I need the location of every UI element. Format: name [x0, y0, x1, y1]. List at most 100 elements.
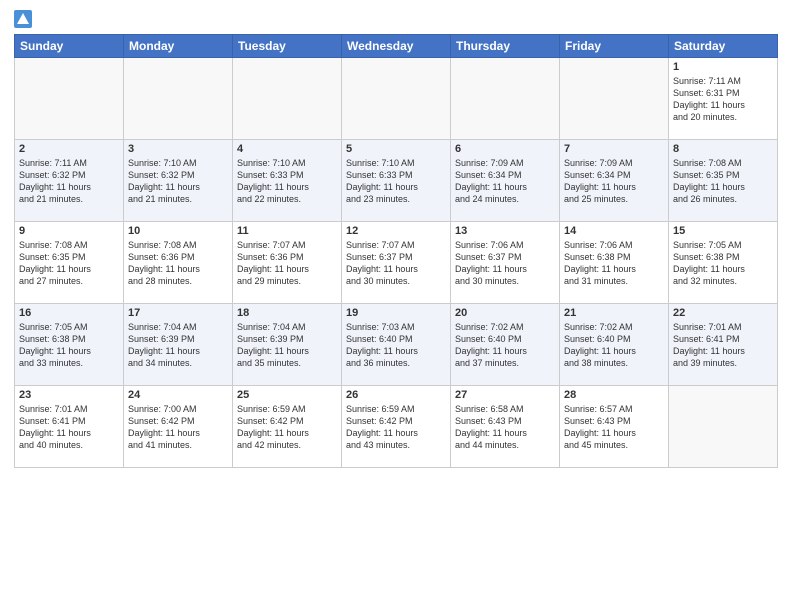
day-cell [669, 386, 778, 468]
day-info: Sunrise: 7:00 AM Sunset: 6:42 PM Dayligh… [128, 403, 228, 452]
day-number: 7 [564, 143, 664, 155]
day-info: Sunrise: 7:06 AM Sunset: 6:38 PM Dayligh… [564, 239, 664, 288]
week-row-1: 1 Sunrise: 7:11 AM Sunset: 6:31 PM Daylig… [15, 58, 778, 140]
day-number: 22 [673, 307, 773, 319]
day-info: Sunrise: 7:07 AM Sunset: 6:36 PM Dayligh… [237, 239, 337, 288]
column-header-saturday: Saturday [669, 35, 778, 58]
day-number: 25 [237, 389, 337, 401]
day-info: Sunrise: 7:04 AM Sunset: 6:39 PM Dayligh… [128, 321, 228, 370]
day-cell: 7 Sunrise: 7:09 AM Sunset: 6:34 PM Daylig… [560, 140, 669, 222]
day-number: 20 [455, 307, 555, 319]
day-info: Sunrise: 6:58 AM Sunset: 6:43 PM Dayligh… [455, 403, 555, 452]
day-info: Sunrise: 7:10 AM Sunset: 6:33 PM Dayligh… [237, 157, 337, 206]
calendar-page: SundayMondayTuesdayWednesdayThursdayFrid… [0, 0, 792, 612]
day-info: Sunrise: 6:57 AM Sunset: 6:43 PM Dayligh… [564, 403, 664, 452]
day-info: Sunrise: 7:06 AM Sunset: 6:37 PM Dayligh… [455, 239, 555, 288]
day-info: Sunrise: 7:04 AM Sunset: 6:39 PM Dayligh… [237, 321, 337, 370]
day-number: 21 [564, 307, 664, 319]
day-number: 26 [346, 389, 446, 401]
day-cell: 2 Sunrise: 7:11 AM Sunset: 6:32 PM Daylig… [15, 140, 124, 222]
day-info: Sunrise: 7:07 AM Sunset: 6:37 PM Dayligh… [346, 239, 446, 288]
day-cell: 26 Sunrise: 6:59 AM Sunset: 6:42 PM Dayli… [342, 386, 451, 468]
day-cell: 19 Sunrise: 7:03 AM Sunset: 6:40 PM Dayli… [342, 304, 451, 386]
day-info: Sunrise: 7:10 AM Sunset: 6:33 PM Dayligh… [346, 157, 446, 206]
day-cell: 24 Sunrise: 7:00 AM Sunset: 6:42 PM Dayli… [124, 386, 233, 468]
day-cell: 14 Sunrise: 7:06 AM Sunset: 6:38 PM Dayli… [560, 222, 669, 304]
day-number: 9 [19, 225, 119, 237]
day-cell: 5 Sunrise: 7:10 AM Sunset: 6:33 PM Daylig… [342, 140, 451, 222]
day-number: 13 [455, 225, 555, 237]
day-number: 14 [564, 225, 664, 237]
day-number: 17 [128, 307, 228, 319]
day-cell: 3 Sunrise: 7:10 AM Sunset: 6:32 PM Daylig… [124, 140, 233, 222]
day-info: Sunrise: 7:02 AM Sunset: 6:40 PM Dayligh… [455, 321, 555, 370]
day-info: Sunrise: 6:59 AM Sunset: 6:42 PM Dayligh… [237, 403, 337, 452]
day-cell: 18 Sunrise: 7:04 AM Sunset: 6:39 PM Dayli… [233, 304, 342, 386]
day-number: 6 [455, 143, 555, 155]
column-header-wednesday: Wednesday [342, 35, 451, 58]
day-cell: 13 Sunrise: 7:06 AM Sunset: 6:37 PM Dayli… [451, 222, 560, 304]
day-info: Sunrise: 7:11 AM Sunset: 6:31 PM Dayligh… [673, 75, 773, 124]
page-header [14, 10, 778, 28]
day-number: 27 [455, 389, 555, 401]
day-cell: 9 Sunrise: 7:08 AM Sunset: 6:35 PM Daylig… [15, 222, 124, 304]
day-cell: 11 Sunrise: 7:07 AM Sunset: 6:36 PM Dayli… [233, 222, 342, 304]
day-cell: 15 Sunrise: 7:05 AM Sunset: 6:38 PM Dayli… [669, 222, 778, 304]
day-info: Sunrise: 7:02 AM Sunset: 6:40 PM Dayligh… [564, 321, 664, 370]
logo-icon [14, 10, 32, 28]
day-info: Sunrise: 7:08 AM Sunset: 6:35 PM Dayligh… [673, 157, 773, 206]
day-number: 19 [346, 307, 446, 319]
day-number: 12 [346, 225, 446, 237]
day-cell: 1 Sunrise: 7:11 AM Sunset: 6:31 PM Daylig… [669, 58, 778, 140]
day-number: 2 [19, 143, 119, 155]
day-cell: 22 Sunrise: 7:01 AM Sunset: 6:41 PM Dayli… [669, 304, 778, 386]
day-number: 5 [346, 143, 446, 155]
day-number: 4 [237, 143, 337, 155]
day-number: 1 [673, 61, 773, 73]
day-info: Sunrise: 7:09 AM Sunset: 6:34 PM Dayligh… [455, 157, 555, 206]
day-cell: 20 Sunrise: 7:02 AM Sunset: 6:40 PM Dayli… [451, 304, 560, 386]
day-info: Sunrise: 7:11 AM Sunset: 6:32 PM Dayligh… [19, 157, 119, 206]
day-cell: 23Sunrise: 7:01 AM Sunset: 6:41 PM Dayli… [15, 386, 124, 468]
day-number: 18 [237, 307, 337, 319]
day-cell: 17 Sunrise: 7:04 AM Sunset: 6:39 PM Dayli… [124, 304, 233, 386]
day-number: 28 [564, 389, 664, 401]
week-row-5: 23Sunrise: 7:01 AM Sunset: 6:41 PM Dayli… [15, 386, 778, 468]
day-number: 3 [128, 143, 228, 155]
day-info: Sunrise: 7:09 AM Sunset: 6:34 PM Dayligh… [564, 157, 664, 206]
day-number: 15 [673, 225, 773, 237]
week-row-3: 9 Sunrise: 7:08 AM Sunset: 6:35 PM Daylig… [15, 222, 778, 304]
day-cell [342, 58, 451, 140]
day-cell: 25 Sunrise: 6:59 AM Sunset: 6:42 PM Dayli… [233, 386, 342, 468]
day-info: Sunrise: 7:08 AM Sunset: 6:36 PM Dayligh… [128, 239, 228, 288]
column-header-friday: Friday [560, 35, 669, 58]
day-info: Sunrise: 7:03 AM Sunset: 6:40 PM Dayligh… [346, 321, 446, 370]
week-row-2: 2 Sunrise: 7:11 AM Sunset: 6:32 PM Daylig… [15, 140, 778, 222]
day-cell: 4 Sunrise: 7:10 AM Sunset: 6:33 PM Daylig… [233, 140, 342, 222]
day-info: Sunrise: 7:10 AM Sunset: 6:32 PM Dayligh… [128, 157, 228, 206]
day-number: 23 [19, 389, 119, 401]
calendar-table: SundayMondayTuesdayWednesdayThursdayFrid… [14, 34, 778, 468]
week-row-4: 16 Sunrise: 7:05 AM Sunset: 6:38 PM Dayli… [15, 304, 778, 386]
day-info: Sunrise: 7:01 AM Sunset: 6:41 PM Dayligh… [673, 321, 773, 370]
day-info: Sunrise: 7:08 AM Sunset: 6:35 PM Dayligh… [19, 239, 119, 288]
day-number: 24 [128, 389, 228, 401]
day-info: Sunrise: 7:05 AM Sunset: 6:38 PM Dayligh… [673, 239, 773, 288]
day-cell: 8Sunrise: 7:08 AM Sunset: 6:35 PM Daylig… [669, 140, 778, 222]
day-cell: 10 Sunrise: 7:08 AM Sunset: 6:36 PM Dayli… [124, 222, 233, 304]
day-cell [451, 58, 560, 140]
day-info: Sunrise: 6:59 AM Sunset: 6:42 PM Dayligh… [346, 403, 446, 452]
logo [14, 10, 34, 28]
day-info: Sunrise: 7:05 AM Sunset: 6:38 PM Dayligh… [19, 321, 119, 370]
column-header-sunday: Sunday [15, 35, 124, 58]
column-header-thursday: Thursday [451, 35, 560, 58]
column-header-tuesday: Tuesday [233, 35, 342, 58]
day-cell [233, 58, 342, 140]
calendar-header-row: SundayMondayTuesdayWednesdayThursdayFrid… [15, 35, 778, 58]
day-number: 16 [19, 307, 119, 319]
day-cell [560, 58, 669, 140]
day-number: 10 [128, 225, 228, 237]
day-number: 11 [237, 225, 337, 237]
day-cell: 6 Sunrise: 7:09 AM Sunset: 6:34 PM Daylig… [451, 140, 560, 222]
day-cell: 12 Sunrise: 7:07 AM Sunset: 6:37 PM Dayli… [342, 222, 451, 304]
